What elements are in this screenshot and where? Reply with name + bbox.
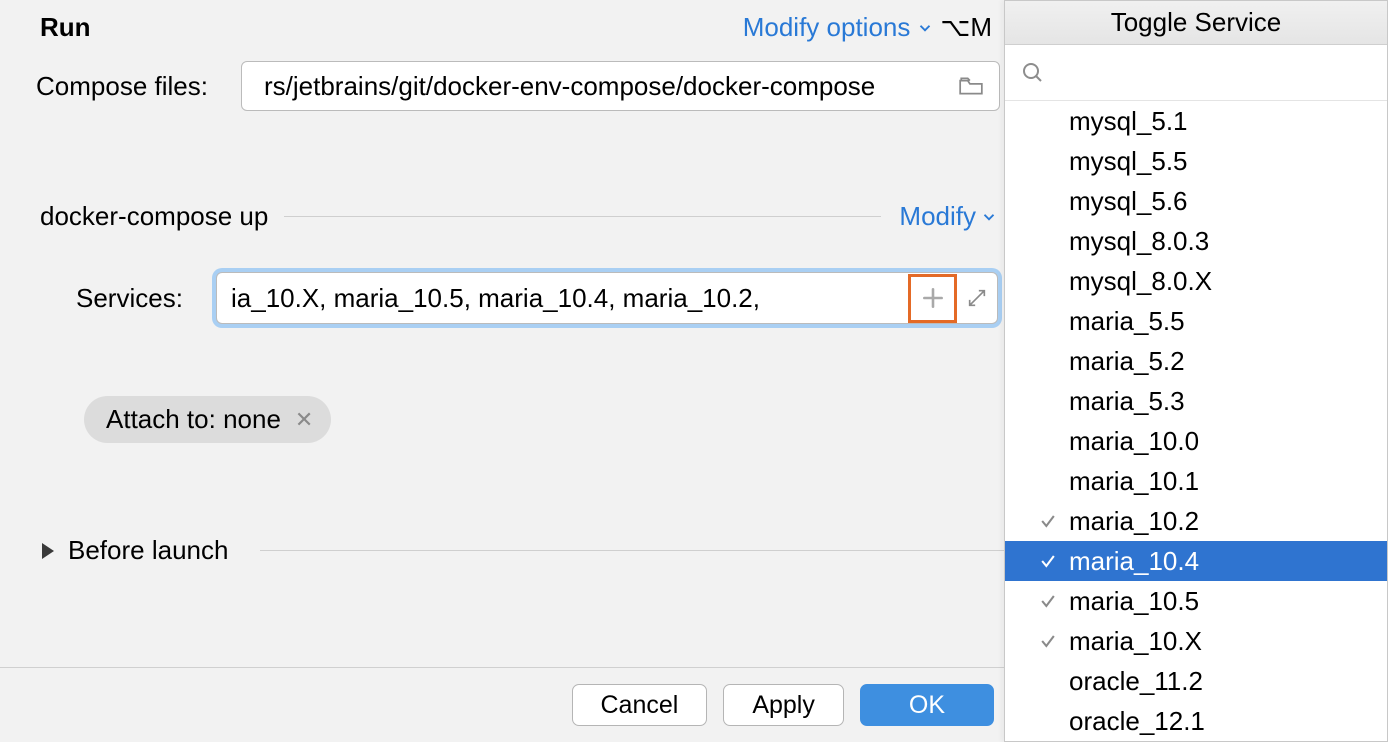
service-item-label: mysql_5.1: [1069, 106, 1387, 137]
triangle-right-icon: [42, 543, 54, 559]
popup-search-input[interactable]: [1055, 59, 1371, 87]
compose-files-input[interactable]: [264, 71, 955, 102]
popup-search-row: [1005, 45, 1387, 101]
popup-title: Toggle Service: [1005, 1, 1387, 45]
compose-files-row: Compose files:: [0, 61, 1004, 111]
plus-icon: [920, 285, 946, 311]
apply-button[interactable]: Apply: [723, 684, 844, 726]
service-item-label: mysql_8.0.3: [1069, 226, 1387, 257]
main-panel: Run Modify options ⌥M Compose files: doc…: [0, 0, 1004, 742]
service-item[interactable]: maria_5.2: [1005, 341, 1387, 381]
service-item-label: maria_10.0: [1069, 426, 1387, 457]
service-item-label: mysql_5.6: [1069, 186, 1387, 217]
search-icon: [1021, 61, 1045, 85]
compose-files-field[interactable]: [241, 61, 1000, 111]
services-field[interactable]: ia_10.X, maria_10.5, maria_10.4, maria_1…: [216, 272, 998, 324]
service-item-label: maria_10.4: [1069, 546, 1387, 577]
check-icon: [1037, 631, 1059, 651]
service-item-label: maria_5.5: [1069, 306, 1387, 337]
service-item[interactable]: maria_5.3: [1005, 381, 1387, 421]
options-chips: Attach to: none ✕: [0, 396, 1004, 443]
service-item[interactable]: maria_10.4: [1005, 541, 1387, 581]
service-item-label: oracle_11.2: [1069, 666, 1387, 697]
dialog-title: Run: [40, 12, 91, 43]
service-item[interactable]: oracle_11.2: [1005, 661, 1387, 701]
service-item[interactable]: oracle_12.1: [1005, 701, 1387, 741]
chip-label: Attach to: none: [106, 404, 281, 435]
compose-files-label: Compose files:: [36, 71, 241, 102]
service-item-label: maria_10.1: [1069, 466, 1387, 497]
folder-open-icon[interactable]: [955, 72, 987, 100]
check-icon: [1037, 511, 1059, 531]
close-icon[interactable]: ✕: [295, 407, 313, 433]
before-launch-section[interactable]: Before launch: [0, 535, 1004, 566]
expand-button[interactable]: [957, 287, 997, 309]
service-item[interactable]: maria_10.1: [1005, 461, 1387, 501]
modify-text: Modify: [899, 201, 976, 232]
add-service-button[interactable]: [908, 274, 957, 323]
check-icon: [1037, 551, 1059, 571]
dialog-header: Run Modify options ⌥M: [0, 0, 1004, 61]
service-item[interactable]: maria_10.X: [1005, 621, 1387, 661]
toggle-service-popup: Toggle Service mysql_5.1mysql_5.5mysql_5…: [1004, 0, 1388, 742]
service-item[interactable]: maria_10.5: [1005, 581, 1387, 621]
service-item[interactable]: maria_10.0: [1005, 421, 1387, 461]
service-item[interactable]: mysql_8.0.3: [1005, 221, 1387, 261]
service-item-label: maria_10.5: [1069, 586, 1387, 617]
service-item[interactable]: maria_5.5: [1005, 301, 1387, 341]
chevron-down-icon: [916, 19, 934, 37]
header-actions: Modify options ⌥M: [743, 12, 1004, 43]
services-row: Services: ia_10.X, maria_10.5, maria_10.…: [0, 272, 1004, 324]
modify-options-link[interactable]: Modify options: [743, 12, 911, 43]
dialog-button-bar: Cancel Apply OK: [0, 667, 1004, 742]
service-item-label: mysql_8.0.X: [1069, 266, 1387, 297]
services-label: Services:: [76, 283, 216, 314]
service-item-label: mysql_5.5: [1069, 146, 1387, 177]
services-input[interactable]: ia_10.X, maria_10.5, maria_10.4, maria_1…: [217, 283, 908, 314]
cancel-button[interactable]: Cancel: [572, 684, 708, 726]
service-item-label: maria_10.X: [1069, 626, 1387, 657]
check-icon: [1037, 591, 1059, 611]
modify-command-link[interactable]: Modify: [881, 201, 1004, 232]
run-config-dialog: Run Modify options ⌥M Compose files: doc…: [0, 0, 1388, 742]
service-item-label: maria_5.2: [1069, 346, 1387, 377]
divider-line: [260, 550, 1004, 551]
before-launch-label: Before launch: [68, 535, 228, 566]
divider-line: [284, 216, 881, 217]
chevron-down-icon: [980, 208, 998, 226]
expand-icon: [966, 287, 988, 309]
service-item-label: oracle_12.1: [1069, 706, 1387, 737]
service-item[interactable]: mysql_8.0.X: [1005, 261, 1387, 301]
attach-chip[interactable]: Attach to: none ✕: [84, 396, 331, 443]
shortcut-hint: ⌥M: [940, 12, 992, 43]
service-item-label: maria_10.2: [1069, 506, 1387, 537]
command-section-header: docker-compose up Modify: [0, 201, 1004, 232]
service-list[interactable]: mysql_5.1 mysql_5.5 mysql_5.6 mysql_8.0.3my…: [1005, 101, 1387, 741]
service-item[interactable]: mysql_5.6: [1005, 181, 1387, 221]
service-item-label: maria_5.3: [1069, 386, 1387, 417]
ok-button[interactable]: OK: [860, 684, 994, 726]
command-label: docker-compose up: [40, 201, 284, 232]
service-item[interactable]: mysql_5.5: [1005, 141, 1387, 181]
service-item[interactable]: maria_10.2: [1005, 501, 1387, 541]
service-item[interactable]: mysql_5.1: [1005, 101, 1387, 141]
